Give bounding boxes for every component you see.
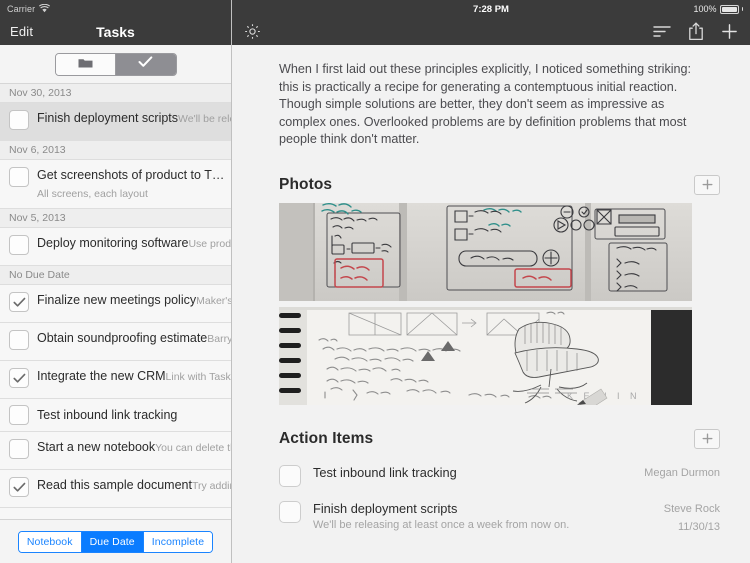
task-checkbox[interactable] (9, 405, 29, 425)
folder-icon (78, 55, 93, 73)
task-subtitle: Use production server, Lisa has the c… (188, 238, 231, 250)
photos-section: Photos K E I N (279, 174, 720, 405)
task-row[interactable]: Finish deployment scriptsWe'll be releas… (0, 103, 231, 141)
task-list[interactable]: Nov 30, 2013 Finish deployment scriptsWe'… (0, 84, 231, 519)
task-row[interactable]: Start a new notebookYou can delete this … (0, 432, 231, 470)
wifi-icon (39, 3, 51, 15)
action-items-header: Action Items (279, 428, 720, 449)
battery-indicator: 100% (693, 0, 743, 18)
action-item-assignee: Megan Durmon (644, 466, 720, 479)
share-icon[interactable] (688, 22, 704, 41)
task-title: Integrate the new CRM (37, 369, 166, 383)
sidebar-toolbar: Notebook Due Date Incomplete (0, 519, 231, 563)
clock-label: 7:28 PM (473, 3, 509, 15)
photo-whiteboard[interactable] (279, 202, 692, 301)
add-photo-button[interactable] (694, 174, 720, 195)
task-checkbox[interactable] (9, 292, 29, 312)
check-icon (138, 55, 153, 73)
carrier-label: Carrier (7, 4, 36, 14)
photos-title: Photos (279, 175, 333, 193)
plus-icon[interactable] (721, 23, 738, 40)
gear-icon[interactable] (244, 23, 261, 40)
sort-segment-incomplete[interactable]: Incomplete (142, 531, 213, 552)
photo-notebook[interactable]: K E N I N (279, 306, 692, 405)
view-mode-segmented-control[interactable] (54, 52, 177, 76)
battery-percent-label: 100% (693, 4, 717, 14)
task-title: Obtain soundproofing estimate (37, 331, 208, 345)
status-bar-right: 7:28 PM 100% (232, 0, 750, 18)
task-date-header: No Due Date (0, 266, 231, 285)
task-row[interactable]: Integrate the new CRMLink with Taskboard… (0, 361, 231, 399)
sidebar-navbar: Edit Tasks (0, 18, 231, 45)
segment-checked[interactable] (115, 53, 176, 75)
action-item-row[interactable]: Test inbound link tracking Megan Durmon (279, 457, 720, 493)
task-checkbox[interactable] (9, 235, 29, 255)
action-item-date: 11/30/13 (677, 520, 720, 533)
task-checkbox[interactable] (9, 110, 29, 130)
task-subtitle: Maker's schedule, manager's sched… (196, 295, 231, 307)
detail-navbar (232, 18, 750, 45)
photos-section-header: Photos (279, 174, 720, 195)
edit-button[interactable]: Edit (10, 24, 33, 39)
add-action-item-button[interactable] (694, 428, 720, 449)
task-title: Get screenshots of product to T… (37, 168, 225, 182)
detail-pane: 7:28 PM 100% When I first laid out these… (232, 0, 750, 563)
action-items-title: Action Items (279, 429, 374, 447)
task-title: Finalize new meetings policy (37, 293, 197, 307)
action-item-subtitle: We'll be releasing at least once a week … (313, 518, 570, 531)
task-date-header: Nov 30, 2013 (0, 84, 231, 103)
action-items-list: Test inbound link tracking Megan Durmon Fi… (279, 457, 720, 541)
task-date-header: Nov 5, 2013 (0, 209, 231, 228)
task-row[interactable]: Finalize new meetings policyMaker's sche… (0, 285, 231, 323)
action-item-checkbox[interactable] (279, 500, 301, 523)
task-date-header: Nov 6, 2013 (0, 141, 231, 160)
page-title: Tasks (96, 23, 135, 40)
task-title: Start a new notebook (37, 440, 156, 454)
task-checkbox[interactable] (9, 330, 29, 350)
action-item-row[interactable]: Finish deployment scripts We'll be releas… (279, 493, 720, 541)
battery-icon (719, 4, 739, 14)
task-title: Test inbound link tracking (37, 408, 178, 422)
task-checkbox[interactable] (9, 439, 29, 459)
task-title: Finish deployment scripts (37, 111, 179, 125)
segment-folder[interactable] (55, 53, 115, 75)
sidebar: Carrier Edit Tasks Nov 30, 2013 Finish d… (0, 0, 232, 563)
app-screen: Carrier Edit Tasks Nov 30, 2013 Finish d… (0, 0, 750, 563)
action-item-title: Test inbound link tracking (313, 464, 457, 480)
task-checkbox[interactable] (9, 477, 29, 497)
document-paragraph: When I first laid out these principles e… (279, 62, 692, 146)
task-row[interactable]: Read this sample documentTry adding some… (0, 470, 231, 508)
task-subtitle: You can delete this document and its… (155, 442, 231, 454)
status-bar-left: Carrier (0, 0, 231, 18)
detail-content: When I first laid out these principles e… (232, 45, 750, 563)
task-subtitle: We'll be releasing at least once a we… (178, 113, 231, 125)
action-item-checkbox[interactable] (279, 464, 301, 487)
sidebar-filter-bar (0, 45, 231, 84)
sort-segment-due-date[interactable]: Due Date (80, 531, 143, 552)
outline-icon[interactable] (653, 25, 671, 38)
task-row[interactable]: Deploy monitoring softwareUse production… (0, 228, 231, 266)
task-row[interactable]: Test inbound link tracking (0, 399, 231, 432)
task-title: Deploy monitoring software (37, 236, 189, 250)
task-row[interactable]: Obtain soundproofing estimateBarry at No… (0, 323, 231, 361)
task-checkbox[interactable] (9, 167, 29, 187)
action-item-assignee: Steve Rock (663, 502, 720, 515)
action-items-section: Action Items Test inbound link tracking M… (279, 428, 720, 541)
task-title: Read this sample document (37, 478, 192, 492)
action-item-title: Finish deployment scripts (313, 500, 458, 516)
sort-segment-notebook[interactable]: Notebook (18, 531, 81, 552)
task-subtitle: Try adding some attendees from you… (191, 480, 231, 492)
task-row[interactable]: Get screenshots of product to T… All scre… (0, 160, 231, 209)
task-checkbox[interactable] (9, 368, 29, 388)
sort-segmented-control[interactable]: Notebook Due Date Incomplete (17, 530, 214, 553)
task-subtitle: Barry at NoiseSolutions can be reach… (207, 333, 231, 345)
task-subtitle: All screens, each layout (37, 188, 148, 200)
task-subtitle: Link with Taskboard for easier task tr… (165, 371, 231, 383)
